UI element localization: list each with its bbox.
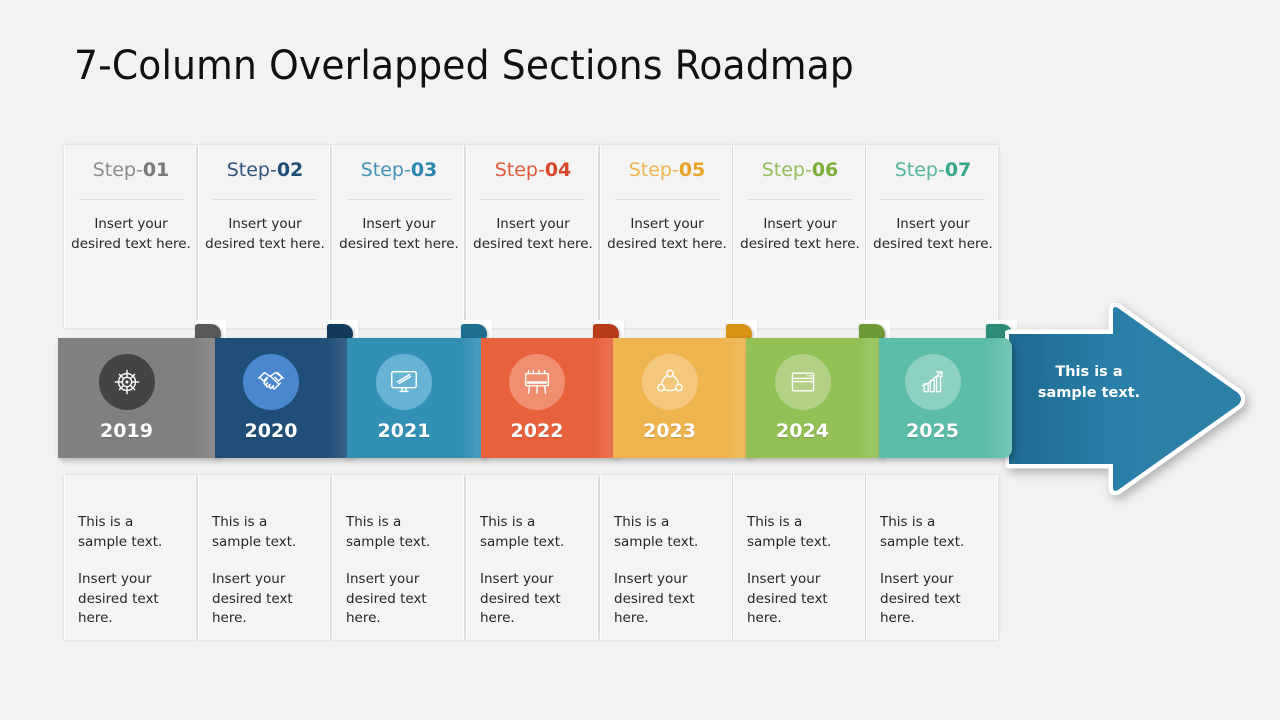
browser-window-icon <box>775 354 831 410</box>
handshake-icon <box>243 354 299 410</box>
target-icon <box>99 354 155 410</box>
step-label: Step-01 <box>65 159 197 181</box>
step-description: Insert your desired text here. <box>740 216 860 252</box>
billboard-icon <box>509 354 565 410</box>
year-label: 2025 <box>906 420 959 442</box>
step-description: Insert your desired text here. <box>205 216 325 252</box>
year-label: 2019 <box>100 420 153 442</box>
divider <box>748 199 852 200</box>
step-label: Step-04 <box>467 159 599 181</box>
step-prefix: Step- <box>92 159 143 181</box>
detail-text: Insert your desired text here. <box>747 571 828 626</box>
step-description: Insert your desired text here. <box>607 216 727 252</box>
step-header-card: Step-02 Insert your desired text here. <box>198 145 330 328</box>
detail-heading: This is a sample text. <box>480 514 565 550</box>
detail-text: Insert your desired text here. <box>346 571 427 626</box>
step-number: 07 <box>944 159 972 181</box>
ribbon-2019[interactable]: 2019 <box>58 338 221 458</box>
divider <box>481 199 585 200</box>
year-label: 2024 <box>776 420 829 442</box>
step-prefix: Step- <box>226 159 277 181</box>
year-label: 2023 <box>643 420 696 442</box>
year-label: 2022 <box>510 420 564 442</box>
detail-heading: This is a sample text. <box>614 514 699 550</box>
step-prefix: Step- <box>761 159 812 181</box>
step-label: Step-07 <box>867 159 999 181</box>
ribbon-2024[interactable]: 2024 <box>746 338 885 458</box>
step-number: 02 <box>276 159 304 181</box>
step-prefix: Step- <box>494 159 545 181</box>
detail-heading: This is a sample text. <box>78 514 163 550</box>
ribbon-2022[interactable]: 2022 <box>481 338 619 458</box>
step-number: 01 <box>142 159 170 181</box>
step-description: Insert your desired text here. <box>473 216 593 252</box>
step-label: Step-06 <box>734 159 866 181</box>
step-number: 06 <box>811 159 839 181</box>
slide-canvas: 7-Column Overlapped Sections Roadmap Ste… <box>0 0 1280 720</box>
step-description: Insert your desired text here. <box>71 216 191 252</box>
step-number: 04 <box>544 159 572 181</box>
detail-heading: This is a sample text. <box>346 514 431 550</box>
step-prefix: Step- <box>360 159 411 181</box>
detail-text: Insert your desired text here. <box>480 571 561 626</box>
detail-text: Insert your desired text here. <box>614 571 695 626</box>
step-header-card: Step-05 Insert your desired text here. <box>600 145 732 328</box>
growth-chart-icon <box>905 354 961 410</box>
ribbon-2021[interactable]: 2021 <box>347 338 487 458</box>
step-header-card: Step-03 Insert your desired text here. <box>332 145 464 328</box>
step-label: Step-02 <box>199 159 331 181</box>
step-header-card: Step-06 Insert your desired text here. <box>733 145 865 328</box>
step-header-card: Step-07 Insert your desired text here. <box>866 145 998 328</box>
arrow-right-shape <box>1005 303 1245 495</box>
detail-text: Insert your desired text here. <box>212 571 293 626</box>
year-label: 2021 <box>377 420 431 442</box>
detail-heading: This is a sample text. <box>880 514 965 550</box>
page-title: 7-Column Overlapped Sections Roadmap <box>74 43 854 89</box>
step-header-card: Step-04 Insert your desired text here. <box>466 145 598 328</box>
detail-text: Insert your desired text here. <box>880 571 961 626</box>
divider <box>347 199 451 200</box>
divider <box>79 199 183 200</box>
step-prefix: Step- <box>894 159 945 181</box>
network-icon <box>642 354 698 410</box>
detail-heading: This is a sample text. <box>212 514 297 550</box>
step-header-card: Step-01 Insert your desired text here. <box>64 145 196 328</box>
ribbon-2023[interactable]: 2023 <box>613 338 752 458</box>
divider <box>881 199 985 200</box>
monitor-icon <box>376 354 432 410</box>
ribbon-2020[interactable]: 2020 <box>215 338 353 458</box>
step-number: 03 <box>410 159 438 181</box>
detail-heading: This is a sample text. <box>747 514 832 550</box>
step-label: Step-03 <box>333 159 465 181</box>
step-description: Insert your desired text here. <box>873 216 993 252</box>
divider <box>213 199 317 200</box>
step-description: Insert your desired text here. <box>339 216 459 252</box>
step-label: Step-05 <box>601 159 733 181</box>
step-number: 05 <box>678 159 706 181</box>
step-prefix: Step- <box>628 159 679 181</box>
year-label: 2020 <box>244 420 298 442</box>
detail-text: Insert your desired text here. <box>78 571 159 626</box>
ribbon-2025[interactable]: 2025 <box>879 338 1012 458</box>
divider <box>615 199 719 200</box>
